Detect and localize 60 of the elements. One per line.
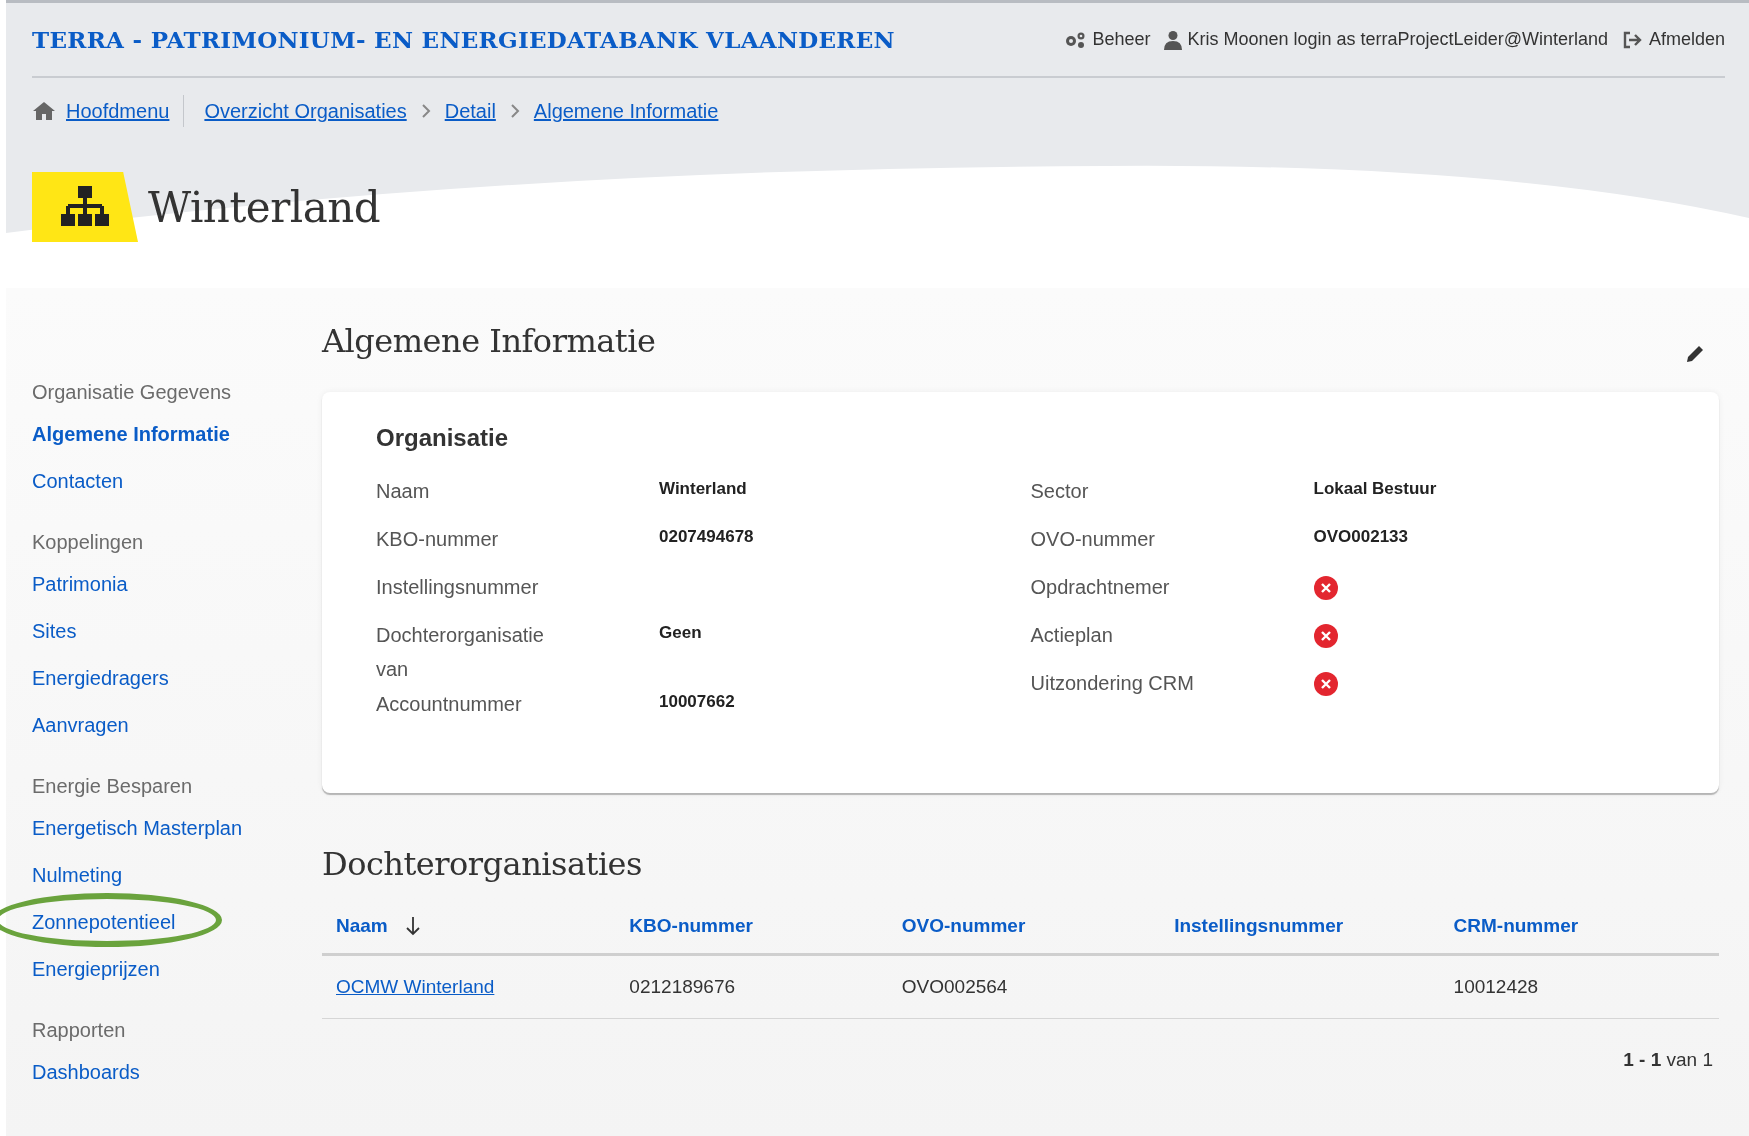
sidebar-link[interactable]: Energieprijzen: [32, 958, 160, 980]
header-link[interactable]: Afmelden: [1621, 29, 1725, 50]
card-title: Organisatie: [376, 424, 510, 452]
section-title: Algemene Informatie: [322, 322, 656, 360]
field-label: OVO-nummer: [1030, 527, 1156, 552]
column-header[interactable]: CRM-nummer: [1453, 915, 1579, 937]
sidebar-link[interactable]: Dashboards: [32, 1061, 140, 1083]
chevron-icon: [509, 103, 520, 119]
nav-group-label: Energie Besparen: [32, 774, 193, 798]
sort-arrow-icon[interactable]: [405, 916, 420, 936]
field-label: Uitzondering CRM: [1030, 671, 1195, 696]
sidebar-link[interactable]: Zonnepotentieel: [32, 911, 176, 933]
field-value: Winterland: [659, 478, 747, 500]
home-icon: [32, 101, 56, 121]
field-label: Dochterorganisatie van: [376, 623, 545, 682]
field-label: Naam: [376, 479, 431, 504]
nav-group-label: Rapporten: [32, 1018, 126, 1042]
field-value: 10007662: [659, 691, 735, 713]
nav-group-label: Organisatie Gegevens: [32, 380, 231, 404]
sidebar-link[interactable]: Contacten: [32, 470, 124, 492]
column-header[interactable]: KBO-nummer: [629, 915, 753, 937]
field-label: Instellingsnummer: [376, 575, 540, 600]
sidebar-link[interactable]: Aanvragen: [32, 714, 129, 736]
field-label: Accountnummer: [376, 692, 523, 717]
sidebar-link[interactable]: Sites: [32, 620, 77, 642]
app-title: TERRA - PATRIMONIUM- EN ENERGIEDATABANK VLAANDEREN: [32, 26, 895, 53]
chevron-icon: [420, 103, 431, 119]
table-cell: 10012428: [1453, 976, 1539, 997]
field-label: KBO-nummer: [376, 527, 500, 552]
field-label: Opdrachtnemer: [1030, 575, 1171, 600]
breadcrumb-link[interactable]: Detail: [444, 99, 496, 123]
column-header[interactable]: Instellingsnummer: [1174, 915, 1344, 937]
table-cell: OVO002564: [901, 976, 1008, 997]
header-link[interactable]: Kris Moonen login as terraProjectLeider@Winterland: [1164, 29, 1608, 50]
column-header[interactable]: OVO-nummer: [901, 915, 1026, 937]
sidebar-link[interactable]: Energetisch Masterplan: [32, 817, 243, 839]
page-title: Winterland: [148, 182, 381, 232]
edit-icon[interactable]: [1685, 344, 1705, 364]
field-label: Actieplan: [1030, 623, 1114, 648]
sidebar-link[interactable]: Energiedragers: [32, 667, 169, 689]
pagination-info: 1 - 1 van 1: [1622, 1049, 1714, 1071]
header-link[interactable]: Beheer: [1063, 29, 1151, 50]
user-icon: [1164, 29, 1183, 50]
field-value: OVO002133: [1313, 526, 1408, 548]
sidebar-link[interactable]: Nulmeting: [32, 864, 123, 886]
row-link[interactable]: OCMW Winterland: [336, 976, 495, 997]
column-header[interactable]: Naam: [336, 915, 420, 937]
breadcrumb-link[interactable]: Algemene Informatie: [533, 99, 719, 123]
sidebar-link[interactable]: Patrimonia: [32, 573, 128, 595]
field-value: Lokaal Bestuur: [1313, 478, 1437, 500]
field-value: Geen: [659, 622, 702, 644]
field-label: Sector: [1030, 479, 1090, 504]
sidebar-link[interactable]: Algemene Informatie: [32, 423, 230, 445]
breadcrumb-link[interactable]: Hoofdmenu: [66, 99, 170, 123]
field-value: 0207494678: [659, 526, 754, 548]
section-title: Dochterorganisaties: [322, 845, 643, 883]
table-cell: 0212189676: [629, 976, 736, 997]
nav-group-label: Koppelingen: [32, 530, 144, 554]
logout-icon: [1621, 30, 1644, 49]
breadcrumb-link[interactable]: Overzicht Organisaties: [204, 99, 407, 123]
